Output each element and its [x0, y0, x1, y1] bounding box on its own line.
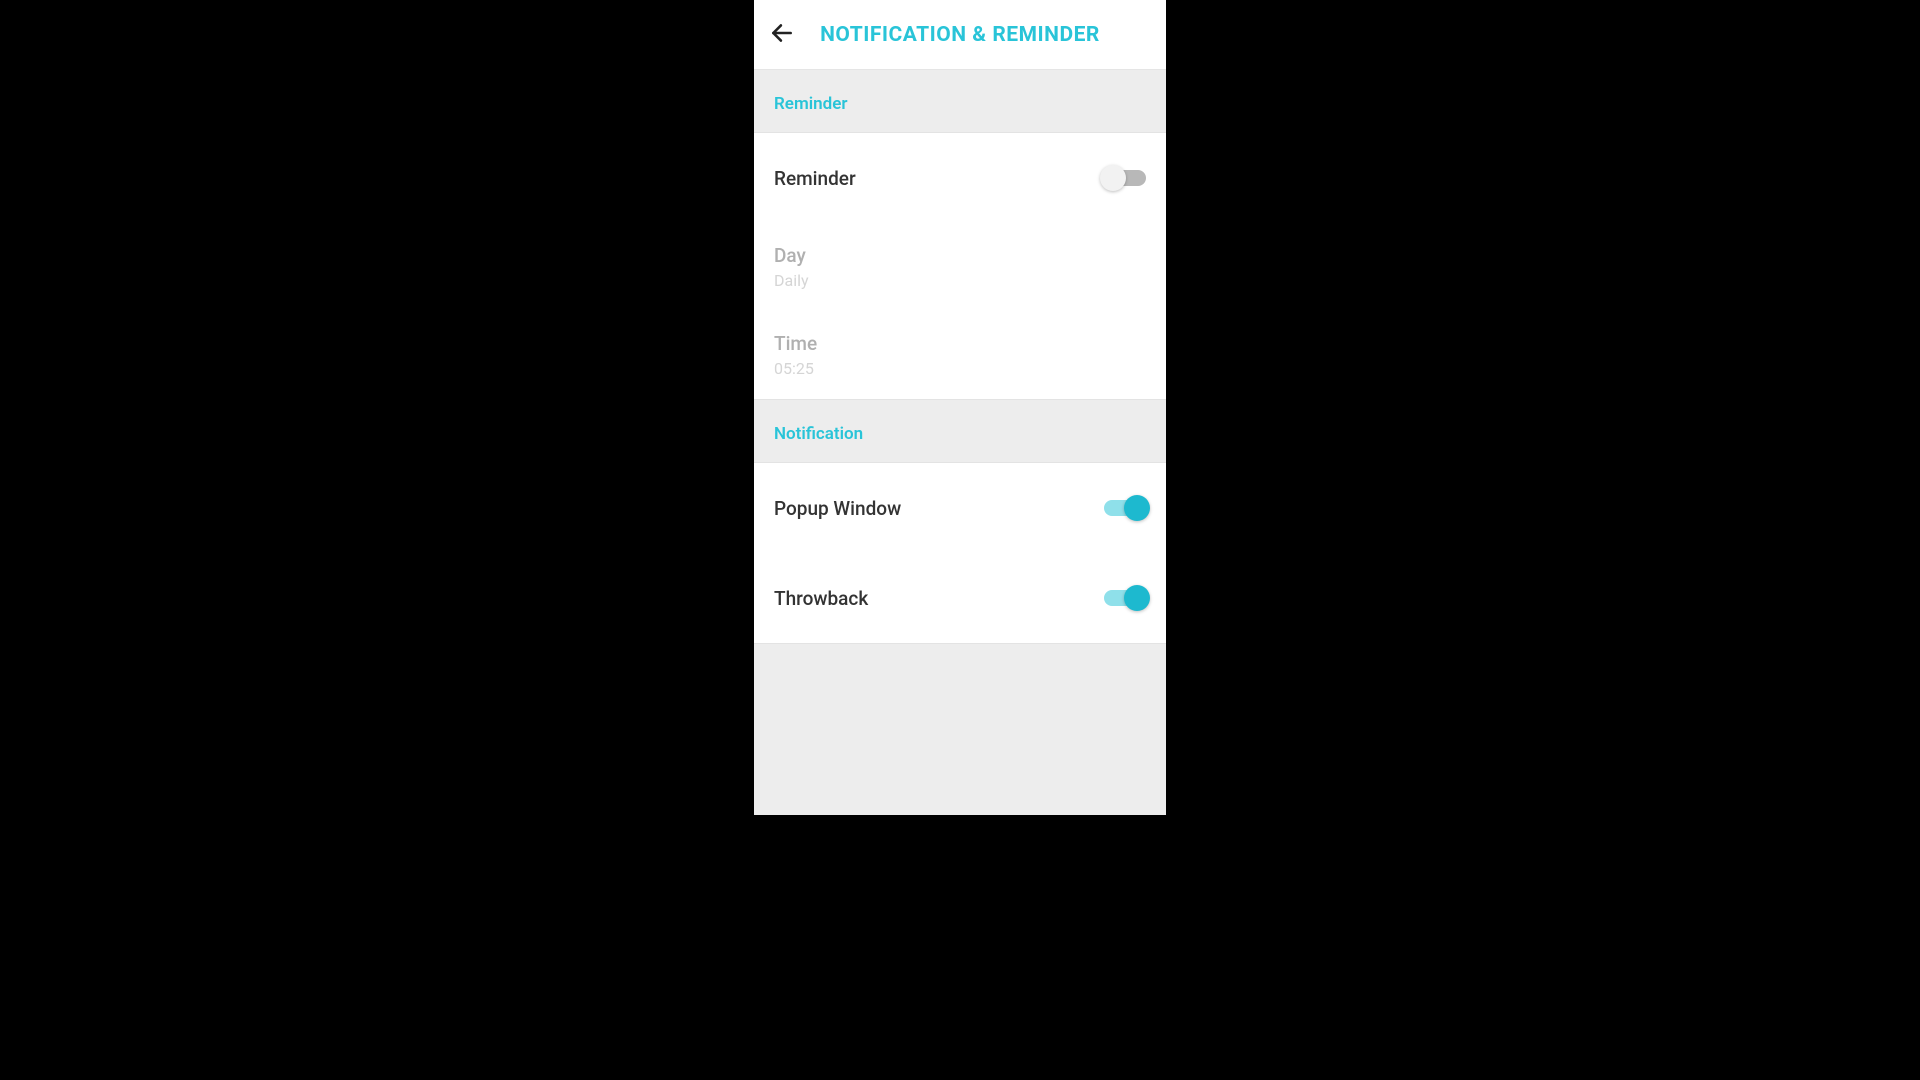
reminder-list: Reminder Day Daily Time 05:25 — [754, 132, 1166, 400]
app-screen: NOTIFICATION & REMINDER Reminder Reminde… — [754, 0, 1166, 815]
popup-window-label: Popup Window — [774, 497, 901, 520]
app-header: NOTIFICATION & REMINDER — [754, 0, 1166, 70]
reminder-toggle-row[interactable]: Reminder — [754, 133, 1166, 223]
toggle-knob — [1124, 585, 1150, 611]
reminder-toggle-label: Reminder — [774, 167, 856, 190]
reminder-toggle[interactable] — [1104, 170, 1146, 186]
throwback-label: Throwback — [774, 587, 868, 610]
throwback-toggle[interactable] — [1104, 590, 1146, 606]
reminder-day-value: Daily — [774, 271, 809, 290]
page-title: NOTIFICATION & REMINDER — [754, 23, 1166, 47]
back-button[interactable] — [754, 0, 810, 70]
notification-list: Popup Window Throwback — [754, 462, 1166, 644]
section-header-notification: Notification — [754, 400, 1166, 462]
toggle-knob — [1100, 165, 1126, 191]
popup-window-toggle[interactable] — [1104, 500, 1146, 516]
reminder-day-label: Day — [774, 244, 809, 267]
reminder-time-value: 05:25 — [774, 359, 817, 378]
reminder-time-row: Time 05:25 — [754, 311, 1166, 399]
popup-window-row[interactable]: Popup Window — [754, 463, 1166, 553]
section-header-reminder: Reminder — [754, 70, 1166, 132]
reminder-day-row: Day Daily — [754, 223, 1166, 311]
throwback-row[interactable]: Throwback — [754, 553, 1166, 643]
toggle-knob — [1124, 495, 1150, 521]
arrow-left-icon — [769, 20, 795, 50]
reminder-time-label: Time — [774, 332, 817, 355]
